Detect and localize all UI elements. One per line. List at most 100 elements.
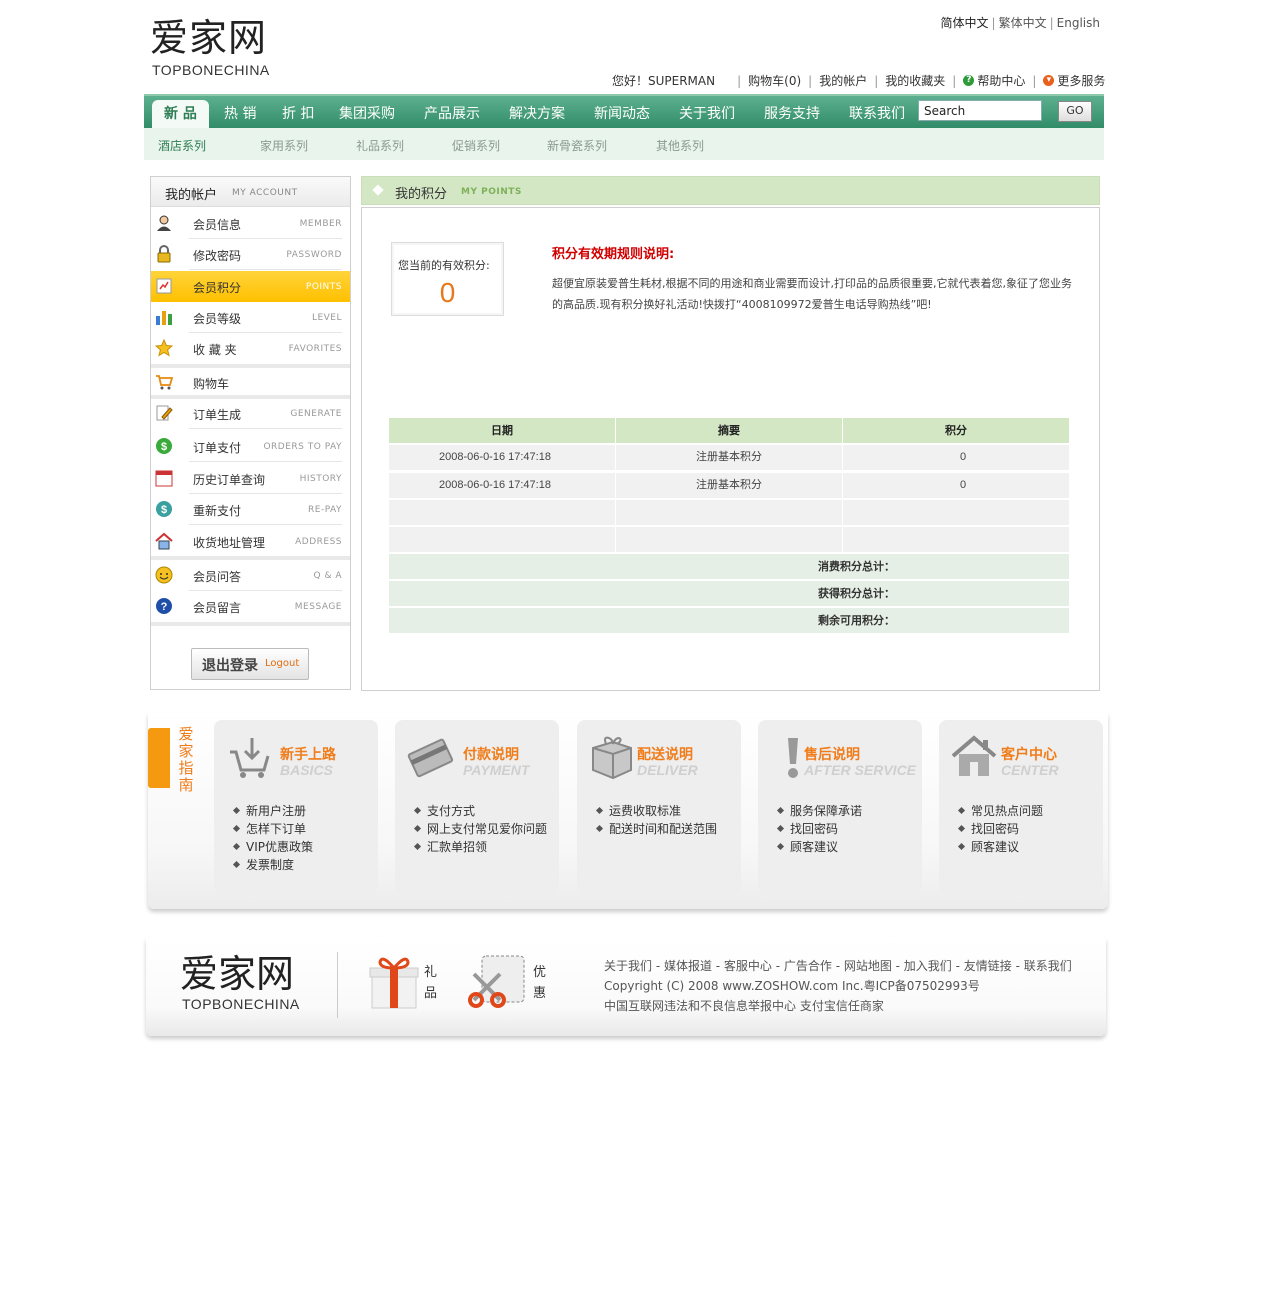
subnav-hotel[interactable]: 酒店系列	[158, 137, 206, 154]
logout-button[interactable]: 退出登录 Logout	[191, 648, 309, 680]
guide-link[interactable]: VIP优惠政策	[234, 838, 313, 856]
guide-card-title-en: DELIVER	[637, 762, 698, 778]
sidebar-item-en: ORDERS TO PAY	[263, 442, 342, 452]
sidebar-item-qa[interactable]: 会员问答 Q & A	[151, 560, 350, 591]
nav-new[interactable]: 新 品	[152, 100, 209, 130]
subnav-home[interactable]: 家用系列	[260, 137, 308, 154]
table-row: 2008-06-0-16 17:47:18 注册基本积分 0	[389, 473, 1069, 498]
table-cell-points: 0	[959, 451, 967, 463]
guide-link[interactable]: 配送时间和配送范围	[597, 820, 717, 838]
sidebar-item-address[interactable]: 收货地址管理 ADDRESS	[151, 526, 350, 557]
go-button[interactable]: GO	[1058, 101, 1092, 122]
nav-news[interactable]: 新闻动态	[594, 102, 650, 128]
gift-icon[interactable]	[368, 954, 420, 1010]
guide-link[interactable]: 找回密码	[959, 820, 1043, 838]
discount-label[interactable]: 优惠	[533, 962, 547, 1004]
sidebar-item-label: 会员等级	[193, 312, 242, 326]
sidebar-item-favorites[interactable]: 收 藏 夹 FAVORITES	[151, 333, 350, 364]
sidebar-item-label: 收 藏 夹	[193, 343, 237, 357]
nav-discount[interactable]: 折 扣	[282, 102, 314, 128]
table-cell-points	[843, 527, 1069, 552]
logo-text[interactable]: 爱家网	[150, 14, 267, 62]
guide-link[interactable]: 支付方式	[415, 802, 547, 820]
lang-simplified[interactable]: 简体中文	[941, 16, 989, 30]
logout-label: 退出登录	[202, 658, 258, 674]
remaining-label: 剩余可用积分：	[818, 614, 895, 627]
guide-link[interactable]: 常见热点问题	[959, 802, 1043, 820]
sidebar-item-label: 修改密码	[193, 249, 242, 263]
lang-traditional[interactable]: 繁体中文	[999, 16, 1047, 30]
sidebar-item-label: 重新支付	[193, 504, 242, 518]
footer-nav-links[interactable]: 关于我们 - 媒体报道 - 客服中心 - 广告合作 - 网站地图 - 加入我们 …	[604, 956, 1072, 976]
sidebar-item-level[interactable]: 会员等级 LEVEL	[151, 302, 350, 333]
table-cell-points	[843, 500, 1069, 525]
cart-link[interactable]: 购物车(0)	[748, 72, 801, 89]
table-header: 日期 摘要 积分	[389, 418, 1069, 443]
column-header-summary: 摘要	[718, 424, 740, 437]
nav-contact[interactable]: 联系我们	[849, 102, 905, 128]
subnav-gift[interactable]: 礼品系列	[356, 137, 404, 154]
guide-card-title[interactable]: 配送说明	[637, 744, 693, 764]
column-header-date: 日期	[491, 424, 513, 437]
guide-link[interactable]: 怎样下订单	[234, 820, 313, 838]
sidebar-item-en: HISTORY	[299, 474, 342, 484]
svg-text:$: $	[161, 504, 167, 516]
sidebar-item-repay[interactable]: $ 重新支付 RE-PAY	[151, 494, 350, 525]
footer-links: 关于我们 - 媒体报道 - 客服中心 - 广告合作 - 网站地图 - 加入我们 …	[604, 956, 1072, 1016]
my-account-link[interactable]: 我的帐户	[819, 72, 867, 89]
nav-support[interactable]: 服务支持	[764, 102, 820, 128]
nav-hot[interactable]: 热 销	[224, 102, 256, 128]
column-header-points: 积分	[945, 424, 967, 437]
table-cell-date	[389, 527, 615, 552]
guide-link[interactable]: 找回密码	[778, 820, 862, 838]
logo-subtitle: TOPBONECHINA	[152, 62, 270, 78]
sidebar-item-password[interactable]: 修改密码 PASSWORD	[151, 239, 350, 270]
sidebar-item-en: MEMBER	[299, 219, 342, 229]
more-services-link[interactable]: 更多服务	[1057, 72, 1105, 89]
sidebar-item-points[interactable]: 会员积分 POINTS	[151, 271, 350, 302]
guide-link[interactable]: 网上支付常见爱你问题	[415, 820, 547, 838]
sidebar-item-en: MESSAGE	[294, 602, 342, 612]
nav-solutions[interactable]: 解决方案	[509, 102, 565, 128]
footer-trust[interactable]: 中国互联网违法和不良信息举报中心 支付宝信任商家	[604, 996, 1072, 1016]
sidebar-item-history[interactable]: 历史订单查询 HISTORY	[151, 463, 350, 494]
sidebar-item-label: 收货地址管理	[193, 536, 266, 550]
sidebar-item-member[interactable]: 会员信息 MEMBER	[151, 208, 350, 239]
scissors-coupon-icon[interactable]	[466, 952, 528, 1010]
sidebar-item-pay[interactable]: $ 订单支付 ORDERS TO PAY	[151, 431, 350, 462]
guide-card-title[interactable]: 客户中心	[1001, 744, 1057, 764]
guide-card-title[interactable]: 付款说明	[463, 744, 519, 764]
sidebar-title: 我的帐户	[165, 188, 218, 203]
dollar-icon: $	[156, 438, 172, 454]
subnav-promo[interactable]: 促销系列	[452, 137, 500, 154]
edit-icon	[156, 405, 173, 421]
lang-english[interactable]: English	[1057, 16, 1100, 30]
footer-logo-text[interactable]: 爱家网	[180, 950, 294, 998]
gift-label[interactable]: 礼品	[424, 962, 438, 1004]
guide-card-title[interactable]: 新手上路	[280, 744, 336, 764]
cart-download-icon	[230, 738, 270, 778]
guide-link[interactable]: 顾客建议	[778, 838, 862, 856]
nav-group-buy[interactable]: 集团采购	[339, 102, 395, 128]
sidebar-item-en: PASSWORD	[286, 250, 342, 260]
guide-link[interactable]: 服务保障承诺	[778, 802, 862, 820]
guide-link[interactable]: 发票制度	[234, 856, 313, 874]
subnav-bone-china[interactable]: 新骨瓷系列	[547, 137, 607, 154]
guide-link[interactable]: 运费收取标准	[597, 802, 717, 820]
sidebar-item-cart[interactable]: 购物车	[151, 367, 350, 398]
search-input[interactable]: Search	[918, 100, 1042, 121]
nav-about[interactable]: 关于我们	[679, 102, 735, 128]
guide-link[interactable]: 汇款单招领	[415, 838, 547, 856]
help-link[interactable]: 帮助中心	[977, 72, 1025, 89]
sidebar-item-generate[interactable]: 订单生成 GENERATE	[151, 398, 350, 429]
sidebar-item-message[interactable]: ? 会员留言 MESSAGE	[151, 591, 350, 622]
favorites-link[interactable]: 我的收藏夹	[885, 72, 945, 89]
table-cell-summary: 注册基本积分	[696, 479, 762, 491]
guide-link[interactable]: 新用户注册	[234, 802, 313, 820]
current-points-box: 您当前的有效积分: 0	[391, 242, 504, 316]
guide-card-title[interactable]: 售后说明	[804, 744, 860, 764]
bar-chart-icon	[156, 311, 172, 325]
nav-products[interactable]: 产品展示	[424, 102, 480, 128]
guide-link[interactable]: 顾客建议	[959, 838, 1043, 856]
subnav-other[interactable]: 其他系列	[656, 137, 704, 154]
